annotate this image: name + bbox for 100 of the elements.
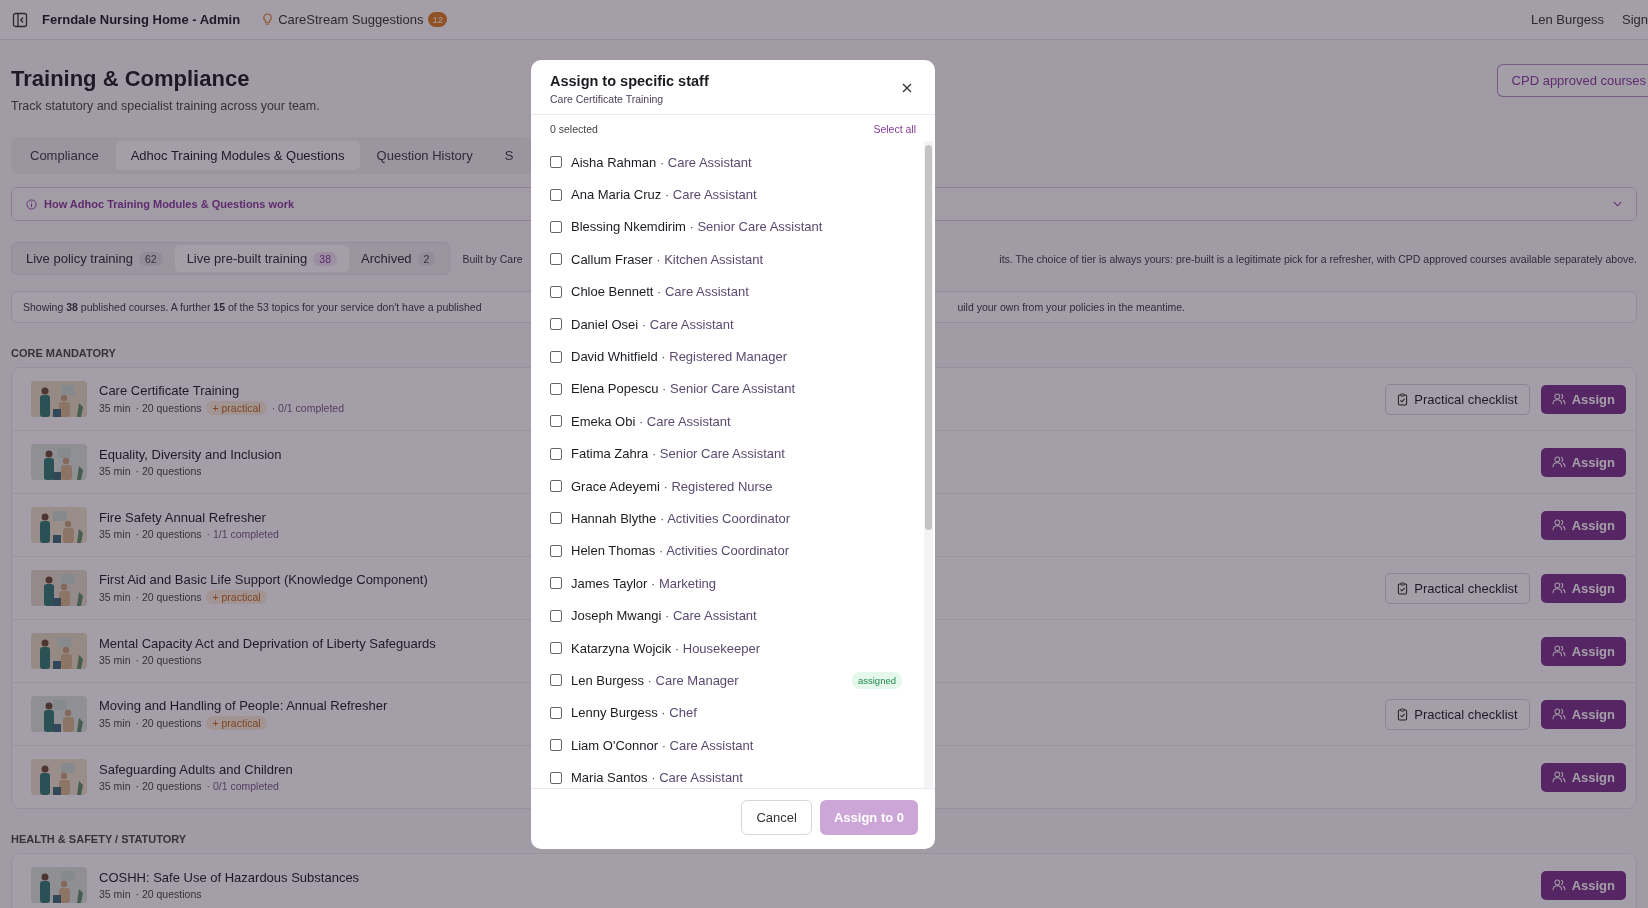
staff-label[interactable]: Ana Maria Cruz · Care Assistant bbox=[571, 187, 757, 203]
users-icon bbox=[1551, 519, 1566, 531]
cancel-button[interactable]: Cancel bbox=[741, 800, 812, 835]
assign-button[interactable]: Assign bbox=[1540, 699, 1626, 729]
staff-label[interactable]: Len Burgess · Care Manager bbox=[571, 672, 739, 688]
checkbox[interactable] bbox=[550, 253, 562, 266]
course-title: First Aid and Basic Life Support (Knowledge Component) bbox=[99, 572, 428, 587]
info-icon bbox=[26, 198, 37, 210]
page-subtitle: Track statutory and specialist training across your team. bbox=[11, 99, 320, 113]
checkbox[interactable] bbox=[550, 577, 562, 590]
staff-label[interactable]: Emeka Obi · Care Assistant bbox=[571, 413, 731, 429]
users-icon bbox=[1551, 645, 1566, 657]
checkbox[interactable] bbox=[550, 382, 562, 395]
checkbox[interactable] bbox=[550, 156, 562, 169]
users-icon bbox=[1551, 771, 1566, 783]
staff-label[interactable]: Aisha Rahman · Care Assistant bbox=[571, 154, 752, 170]
tier-note: Built by Care bbox=[462, 252, 523, 265]
filter-tab[interactable]: Live policy training 62 bbox=[14, 245, 175, 272]
staff-label[interactable]: Daniel Osei · Care Assistant bbox=[571, 316, 734, 332]
checkbox[interactable] bbox=[550, 706, 562, 719]
status-badge: assigned bbox=[851, 671, 902, 689]
cpd-courses-button[interactable]: CPD approved courses bbox=[1496, 64, 1648, 97]
info-panel-title: How Adhoc Training Modules & Questions work bbox=[44, 198, 295, 210]
practical-tag: + practical bbox=[206, 590, 267, 604]
staff-label[interactable]: Elena Popescu · Senior Care Assistant bbox=[571, 381, 796, 397]
clipboard-icon bbox=[1397, 581, 1409, 595]
dialog-subtitle: Care Certificate Training bbox=[550, 93, 665, 105]
course-title: Equality, Diversity and Inclusion bbox=[99, 447, 282, 462]
checkbox[interactable] bbox=[550, 415, 562, 428]
assign-button[interactable]: Assign bbox=[1540, 573, 1626, 603]
checkbox[interactable] bbox=[550, 285, 562, 298]
suggestions-link[interactable]: CareStream Suggestions bbox=[262, 12, 424, 27]
staff-label[interactable]: Katarzyna Wojcik · Housekeeper bbox=[571, 640, 761, 656]
completion-status: · 0/1 completed bbox=[271, 402, 344, 414]
practical-checklist-button[interactable]: Practical checklist bbox=[1385, 572, 1530, 604]
sign-link[interactable]: Sign bbox=[1621, 12, 1648, 27]
summary-text: Showing 38 published courses. A further 15 of the 53 topics for your service don't have a published bbox=[23, 301, 482, 313]
completion-status: · 1/1 completed bbox=[206, 528, 279, 540]
duration-text: 35 min bbox=[99, 528, 131, 540]
completion-status: · 0/1 completed bbox=[206, 780, 279, 792]
duration-text: 35 min bbox=[99, 591, 131, 603]
staff-label[interactable]: Maria Santos · Care Assistant bbox=[571, 770, 743, 786]
tab[interactable]: S bbox=[489, 141, 529, 170]
question-count: · 20 questions bbox=[135, 465, 202, 477]
assign-button[interactable]: Assign bbox=[1540, 762, 1626, 792]
tab[interactable]: Question History bbox=[361, 141, 488, 170]
question-count: · 20 questions bbox=[135, 654, 202, 666]
checkbox[interactable] bbox=[550, 544, 562, 557]
checkbox[interactable] bbox=[550, 739, 562, 752]
user-name[interactable]: Len Burgess bbox=[1530, 12, 1604, 27]
clipboard-icon bbox=[1397, 707, 1409, 721]
checkbox[interactable] bbox=[550, 771, 562, 784]
sidebar-toggle-icon[interactable] bbox=[12, 11, 28, 28]
select-all-link[interactable]: Select all bbox=[873, 123, 916, 135]
close-icon[interactable] bbox=[902, 83, 912, 93]
staff-label[interactable]: Helen Thomas · Activities Coordinator bbox=[571, 543, 789, 559]
filter-tab[interactable]: Archived 2 bbox=[349, 245, 448, 272]
staff-label[interactable]: Chloe Bennett · Care Assistant bbox=[571, 284, 749, 300]
tab[interactable]: Adhoc Training Modules & Questions bbox=[115, 141, 360, 170]
checkbox[interactable] bbox=[550, 480, 562, 493]
course-title: Mental Capacity Act and Deprivation of Liberty Safeguards bbox=[99, 636, 436, 651]
duration-text: 35 min bbox=[99, 465, 131, 477]
assign-button[interactable]: Assign bbox=[1540, 510, 1626, 540]
checkbox[interactable] bbox=[550, 674, 562, 687]
assign-button[interactable]: Assign bbox=[1540, 636, 1626, 666]
staff-label[interactable]: Fatima Zahra · Senior Care Assistant bbox=[571, 446, 785, 462]
scrollbar[interactable] bbox=[924, 141, 933, 788]
clipboard-icon bbox=[1397, 392, 1409, 406]
course-title: COSHH: Safe Use of Hazardous Substances bbox=[99, 870, 360, 885]
checkbox[interactable] bbox=[550, 350, 562, 363]
assign-button[interactable]: Assign bbox=[1540, 384, 1626, 414]
practical-checklist-button[interactable]: Practical checklist bbox=[1385, 383, 1530, 415]
practical-checklist-button[interactable]: Practical checklist bbox=[1385, 698, 1530, 730]
staff-label[interactable]: David Whitfield · Registered Manager bbox=[571, 349, 788, 365]
checkbox[interactable] bbox=[550, 447, 562, 460]
staff-label[interactable]: Hannah Blythe · Activities Coordinator bbox=[571, 511, 790, 526]
practical-tag: + practical bbox=[206, 401, 267, 415]
count-badge: 2 bbox=[417, 251, 436, 266]
staff-label[interactable]: Lenny Burgess · Chef bbox=[571, 705, 697, 721]
assign-button[interactable]: Assign bbox=[1540, 870, 1626, 900]
organisation-name: Ferndale Nursing Home - Admin bbox=[42, 12, 241, 27]
staff-label[interactable]: James Taylor · Marketing bbox=[571, 575, 716, 591]
dialog-title: Assign to specific staff bbox=[550, 73, 709, 89]
question-count: · 20 questions bbox=[135, 780, 202, 792]
checkbox[interactable] bbox=[550, 609, 562, 622]
checkbox[interactable] bbox=[550, 512, 562, 525]
checkbox[interactable] bbox=[550, 642, 562, 655]
checkbox[interactable] bbox=[550, 220, 562, 233]
question-count: · 20 questions bbox=[135, 591, 202, 603]
staff-label[interactable]: Callum Fraser · Kitchen Assistant bbox=[571, 251, 764, 267]
staff-label[interactable]: Grace Adeyemi · Registered Nurse bbox=[571, 478, 773, 494]
filter-tab[interactable]: Live pre-built training 38 bbox=[174, 245, 349, 272]
staff-label[interactable]: Blessing Nkemdirim · Senior Care Assistant bbox=[571, 219, 823, 235]
users-icon bbox=[1551, 456, 1566, 468]
staff-label[interactable]: Joseph Mwangi · Care Assistant bbox=[571, 608, 757, 624]
tab[interactable]: Compliance bbox=[15, 141, 114, 170]
assign-button[interactable]: Assign bbox=[1540, 447, 1626, 477]
checkbox[interactable] bbox=[550, 188, 562, 201]
checkbox[interactable] bbox=[550, 318, 562, 331]
staff-label[interactable]: Liam O'Connor · Care Assistant bbox=[571, 737, 754, 753]
